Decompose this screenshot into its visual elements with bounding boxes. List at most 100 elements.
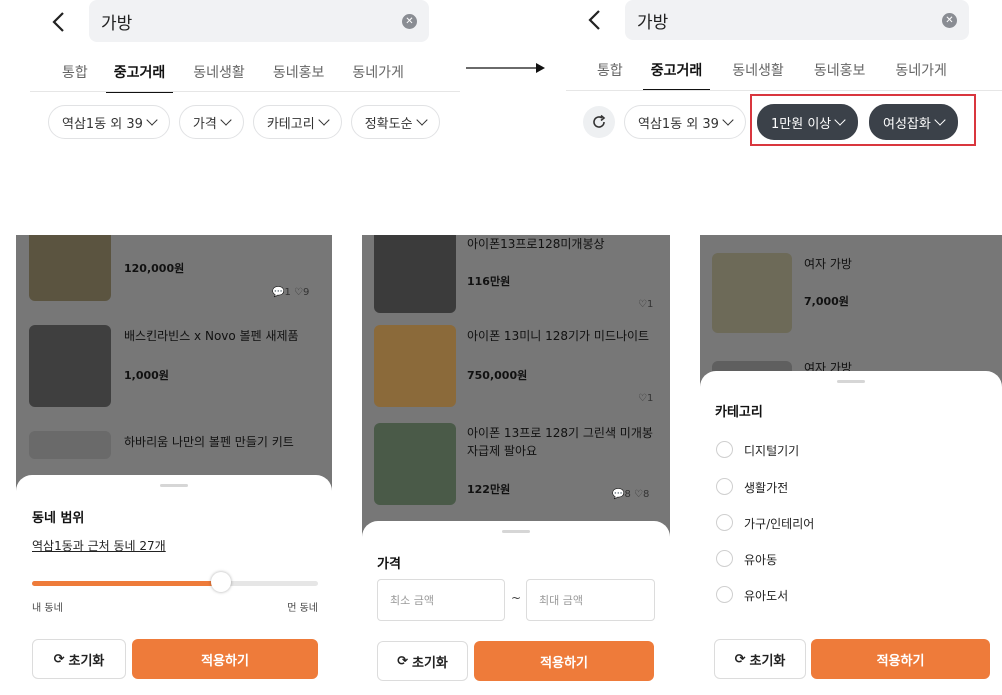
tab-community[interactable]: 동네생활 (193, 62, 245, 92)
comment-count: 1 (284, 287, 291, 298)
tab-bar: 통합 중고거래 동네생활 동네홍보 동네가게 (597, 60, 947, 91)
reset-label: 초기화 (412, 655, 448, 671)
list-item[interactable]: 여자 가방 7,000원 (700, 235, 1002, 355)
category-option[interactable]: 유아도서 (716, 586, 916, 606)
product-stats: 💬1 ♡9 (272, 287, 309, 298)
neighborhood-link[interactable]: 역삼1동과 근처 동네 27개 (32, 537, 166, 554)
tab-used-trade[interactable]: 중고거래 (642, 60, 710, 91)
product-thumbnail (374, 235, 456, 313)
filter-location-chip[interactable]: 역삼1동 외 39 (624, 105, 746, 139)
filter-price-chip-active[interactable]: 1만원 이상 (757, 104, 859, 140)
product-thumbnail (29, 431, 111, 459)
tab-all[interactable]: 통합 (62, 62, 88, 92)
search-bar[interactable]: 가방 ✕ (89, 0, 429, 42)
reset-button[interactable]: ⟳ 초기화 (32, 639, 126, 679)
filter-category-chip-active[interactable]: 여성잡화 (869, 104, 958, 140)
category-option[interactable]: 디지털기기 (716, 441, 916, 461)
reset-label: 초기화 (68, 653, 105, 669)
apply-button[interactable]: 적용하기 (132, 639, 318, 679)
radio-circle-icon[interactable] (716, 514, 733, 531)
sheet-handle[interactable] (160, 484, 188, 487)
filter-category-label: 여성잡화 (883, 116, 931, 132)
back-arrow-icon[interactable] (48, 10, 68, 34)
refresh-icon[interactable] (583, 106, 615, 138)
sheet-title: 가격 (377, 557, 401, 572)
screen-price: 아이폰13프로128미개봉상 116만원 ♡1 아이폰 13미니 128기가 미… (362, 235, 670, 695)
product-stats: ♡1 (638, 393, 653, 404)
product-title: 여자 가방 (804, 257, 852, 271)
apply-button[interactable]: 적용하기 (474, 641, 654, 681)
like-count: 8 (642, 489, 650, 500)
product-price: 1,000원 (124, 369, 169, 382)
radio-circle-icon[interactable] (716, 441, 733, 458)
radio-circle-icon[interactable] (716, 478, 733, 495)
product-price: 120,000원 (124, 262, 185, 275)
clear-icon[interactable]: ✕ (402, 13, 417, 29)
category-option[interactable]: 가구/인테리어 (716, 514, 916, 534)
search-bar[interactable]: 가방 ✕ (625, 0, 969, 40)
list-item[interactable]: 하바리움 나만의 볼펜 만들기 키트 (16, 425, 332, 465)
reset-button[interactable]: ⟳ 초기화 (714, 639, 806, 679)
radio-circle-icon[interactable] (716, 586, 733, 603)
slider-knob[interactable] (210, 572, 231, 592)
heart-icon: ♡ (638, 299, 647, 310)
refresh-icon: ⟳ (53, 651, 65, 667)
transition-arrow-icon (466, 60, 546, 80)
search-input[interactable]: 가방 (101, 9, 402, 34)
list-item[interactable]: 배스킨라빈스 x Novo 볼펜 새제품 1,000원 (16, 323, 332, 409)
screen-category: 여자 가방 7,000원 여자 가방 카테고리 디지털기기 생활가전 가구/인테… (700, 235, 1002, 695)
category-option[interactable]: 생활가전 (716, 478, 916, 498)
category-option[interactable]: 유아동 (716, 550, 916, 570)
filter-location-label: 역삼1동 외 39 (638, 116, 719, 132)
list-item[interactable]: 아이폰 13프로 128기 그린색 미개봉 자급제 팔아요 122만원 💬8 ♡… (362, 421, 670, 507)
tab-stores[interactable]: 동네가게 (895, 60, 947, 90)
product-stats: ♡1 (638, 299, 653, 310)
tab-bar: 통합 중고거래 동네생활 동네홍보 동네가게 (62, 62, 404, 93)
range-slider[interactable] (32, 572, 318, 592)
back-arrow-icon[interactable] (584, 8, 604, 32)
min-price-input[interactable]: 최소 금액 (377, 579, 505, 621)
tab-divider (566, 90, 1002, 91)
search-input[interactable]: 가방 (637, 8, 942, 33)
tab-promo[interactable]: 동네홍보 (814, 60, 866, 90)
tab-used-trade[interactable]: 중고거래 (105, 62, 173, 93)
filter-category-chip[interactable]: 카테고리 (252, 105, 342, 139)
product-title: 아이폰13프로128미개봉상 (467, 237, 605, 251)
apply-button[interactable]: 적용하기 (811, 639, 990, 679)
filter-price-chip[interactable]: 가격 (178, 105, 244, 139)
radio-circle-icon[interactable] (716, 550, 733, 567)
sheet-handle[interactable] (502, 530, 530, 533)
like-count: 1 (646, 393, 654, 404)
chevron-down-icon (318, 114, 330, 126)
refresh-icon: ⟳ (734, 651, 746, 667)
filter-sort-label: 정확도순 (364, 116, 413, 132)
filter-sort-chip[interactable]: 정확도순 (350, 105, 440, 139)
product-price: 116만원 (467, 275, 511, 288)
max-price-input[interactable]: 최대 금액 (526, 579, 655, 621)
list-item[interactable]: 아이폰13프로128미개봉상 116만원 ♡1 (362, 235, 670, 317)
sheet-title: 동네 범위 (32, 511, 85, 526)
product-thumbnail (29, 235, 111, 301)
tab-stores[interactable]: 동네가게 (352, 62, 404, 92)
filter-location-label: 역삼1동 외 39 (62, 116, 143, 132)
list-item[interactable]: 120,000원 💬1 ♡9 (16, 235, 332, 315)
chevron-down-icon (415, 114, 428, 126)
clear-icon[interactable]: ✕ (942, 12, 957, 28)
product-title: 하바리움 나만의 볼펜 만들기 키트 (124, 435, 294, 449)
tab-promo[interactable]: 동네홍보 (273, 62, 325, 92)
product-thumbnail (374, 423, 456, 505)
heart-icon: ♡ (638, 393, 647, 404)
filter-location-chip[interactable]: 역삼1동 외 39 (48, 105, 170, 139)
reset-button[interactable]: ⟳ 초기화 (377, 641, 468, 681)
chevron-down-icon (220, 114, 232, 126)
chevron-down-icon (834, 114, 846, 126)
tab-community[interactable]: 동네생활 (732, 60, 784, 90)
chevron-down-icon (934, 114, 946, 126)
filter-sheet-range: 동네 범위 역삼1동과 근처 동네 27개 내 동네 먼 동네 ⟳ 초기화 적용하… (16, 475, 332, 695)
list-item[interactable]: 아이폰 13미니 128기가 미드나이트 750,000원 ♡1 (362, 323, 670, 409)
sheet-title: 카테고리 (715, 405, 763, 420)
tab-all[interactable]: 통합 (597, 60, 623, 90)
sheet-handle[interactable] (837, 380, 865, 383)
slider-left-label: 내 동네 (32, 603, 63, 614)
heart-icon: ♡ (634, 489, 643, 500)
